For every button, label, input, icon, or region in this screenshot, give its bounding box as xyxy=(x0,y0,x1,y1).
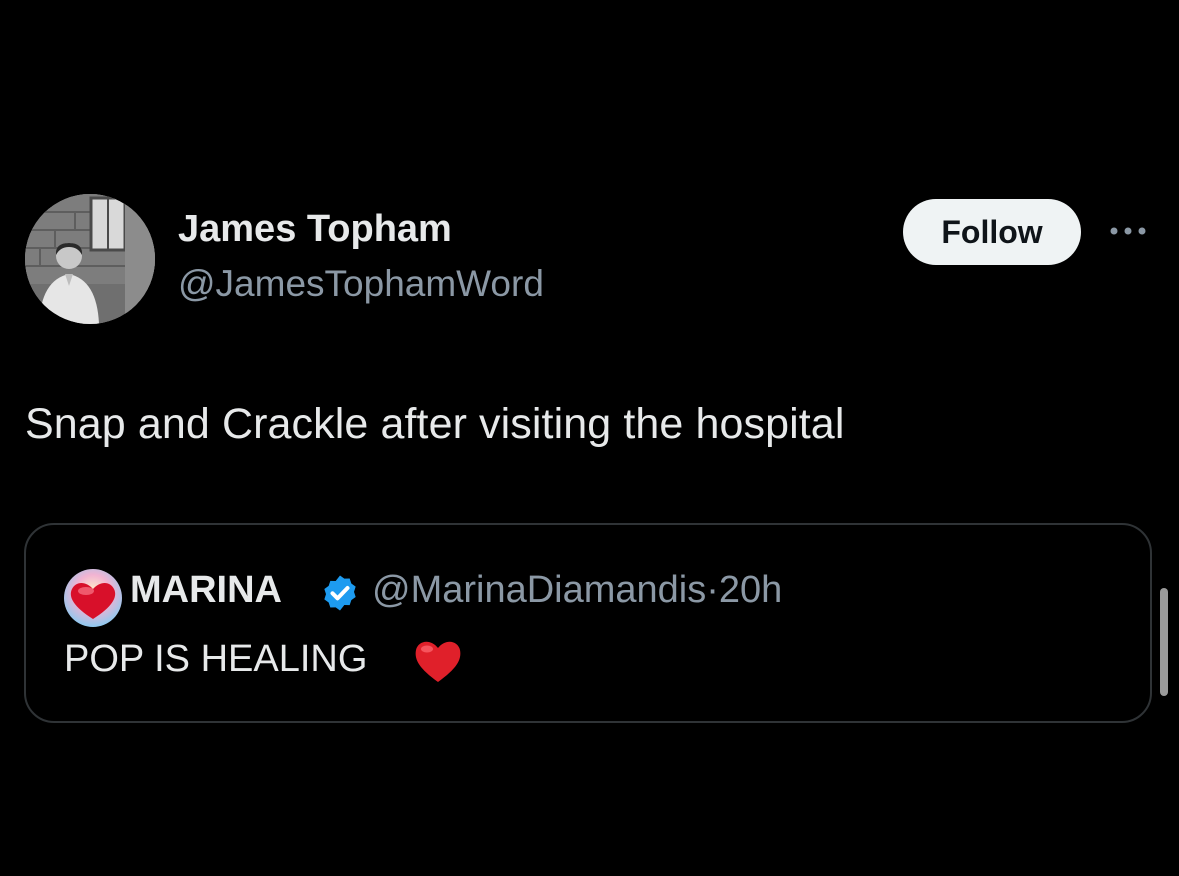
more-options-button[interactable] xyxy=(1106,214,1150,248)
author-handle[interactable]: @JamesTophamWord xyxy=(178,263,544,305)
meta-separator: · xyxy=(706,569,719,611)
follow-button[interactable]: Follow xyxy=(903,199,1081,265)
tweet-text: Snap and Crackle after visiting the hosp… xyxy=(25,400,845,448)
quote-author-handle[interactable]: @MarinaDiamandis xyxy=(372,569,706,611)
scrollbar-thumb[interactable] xyxy=(1160,588,1168,696)
quote-avatar-icon xyxy=(64,569,122,627)
more-horizontal-icon xyxy=(1110,227,1146,235)
tweet: James Topham @JamesTophamWord Follow Sna… xyxy=(0,0,1179,876)
quote-text: POP IS HEALING xyxy=(64,638,368,680)
quoted-tweet-card[interactable]: MARINA @MarinaDiamandis·20h POP IS HEALI… xyxy=(24,523,1152,723)
quote-author-avatar[interactable] xyxy=(64,569,122,627)
quote-timestamp[interactable]: 20h xyxy=(719,569,782,611)
quote-author-meta: @MarinaDiamandis·20h xyxy=(372,569,782,612)
profile-photo-icon xyxy=(25,194,155,324)
author-avatar[interactable] xyxy=(25,194,155,324)
red-heart-emoji-icon xyxy=(415,641,461,682)
quote-author-name[interactable]: MARINA xyxy=(130,569,282,612)
author-name[interactable]: James Topham xyxy=(178,208,452,251)
verified-badge-icon xyxy=(324,575,356,611)
